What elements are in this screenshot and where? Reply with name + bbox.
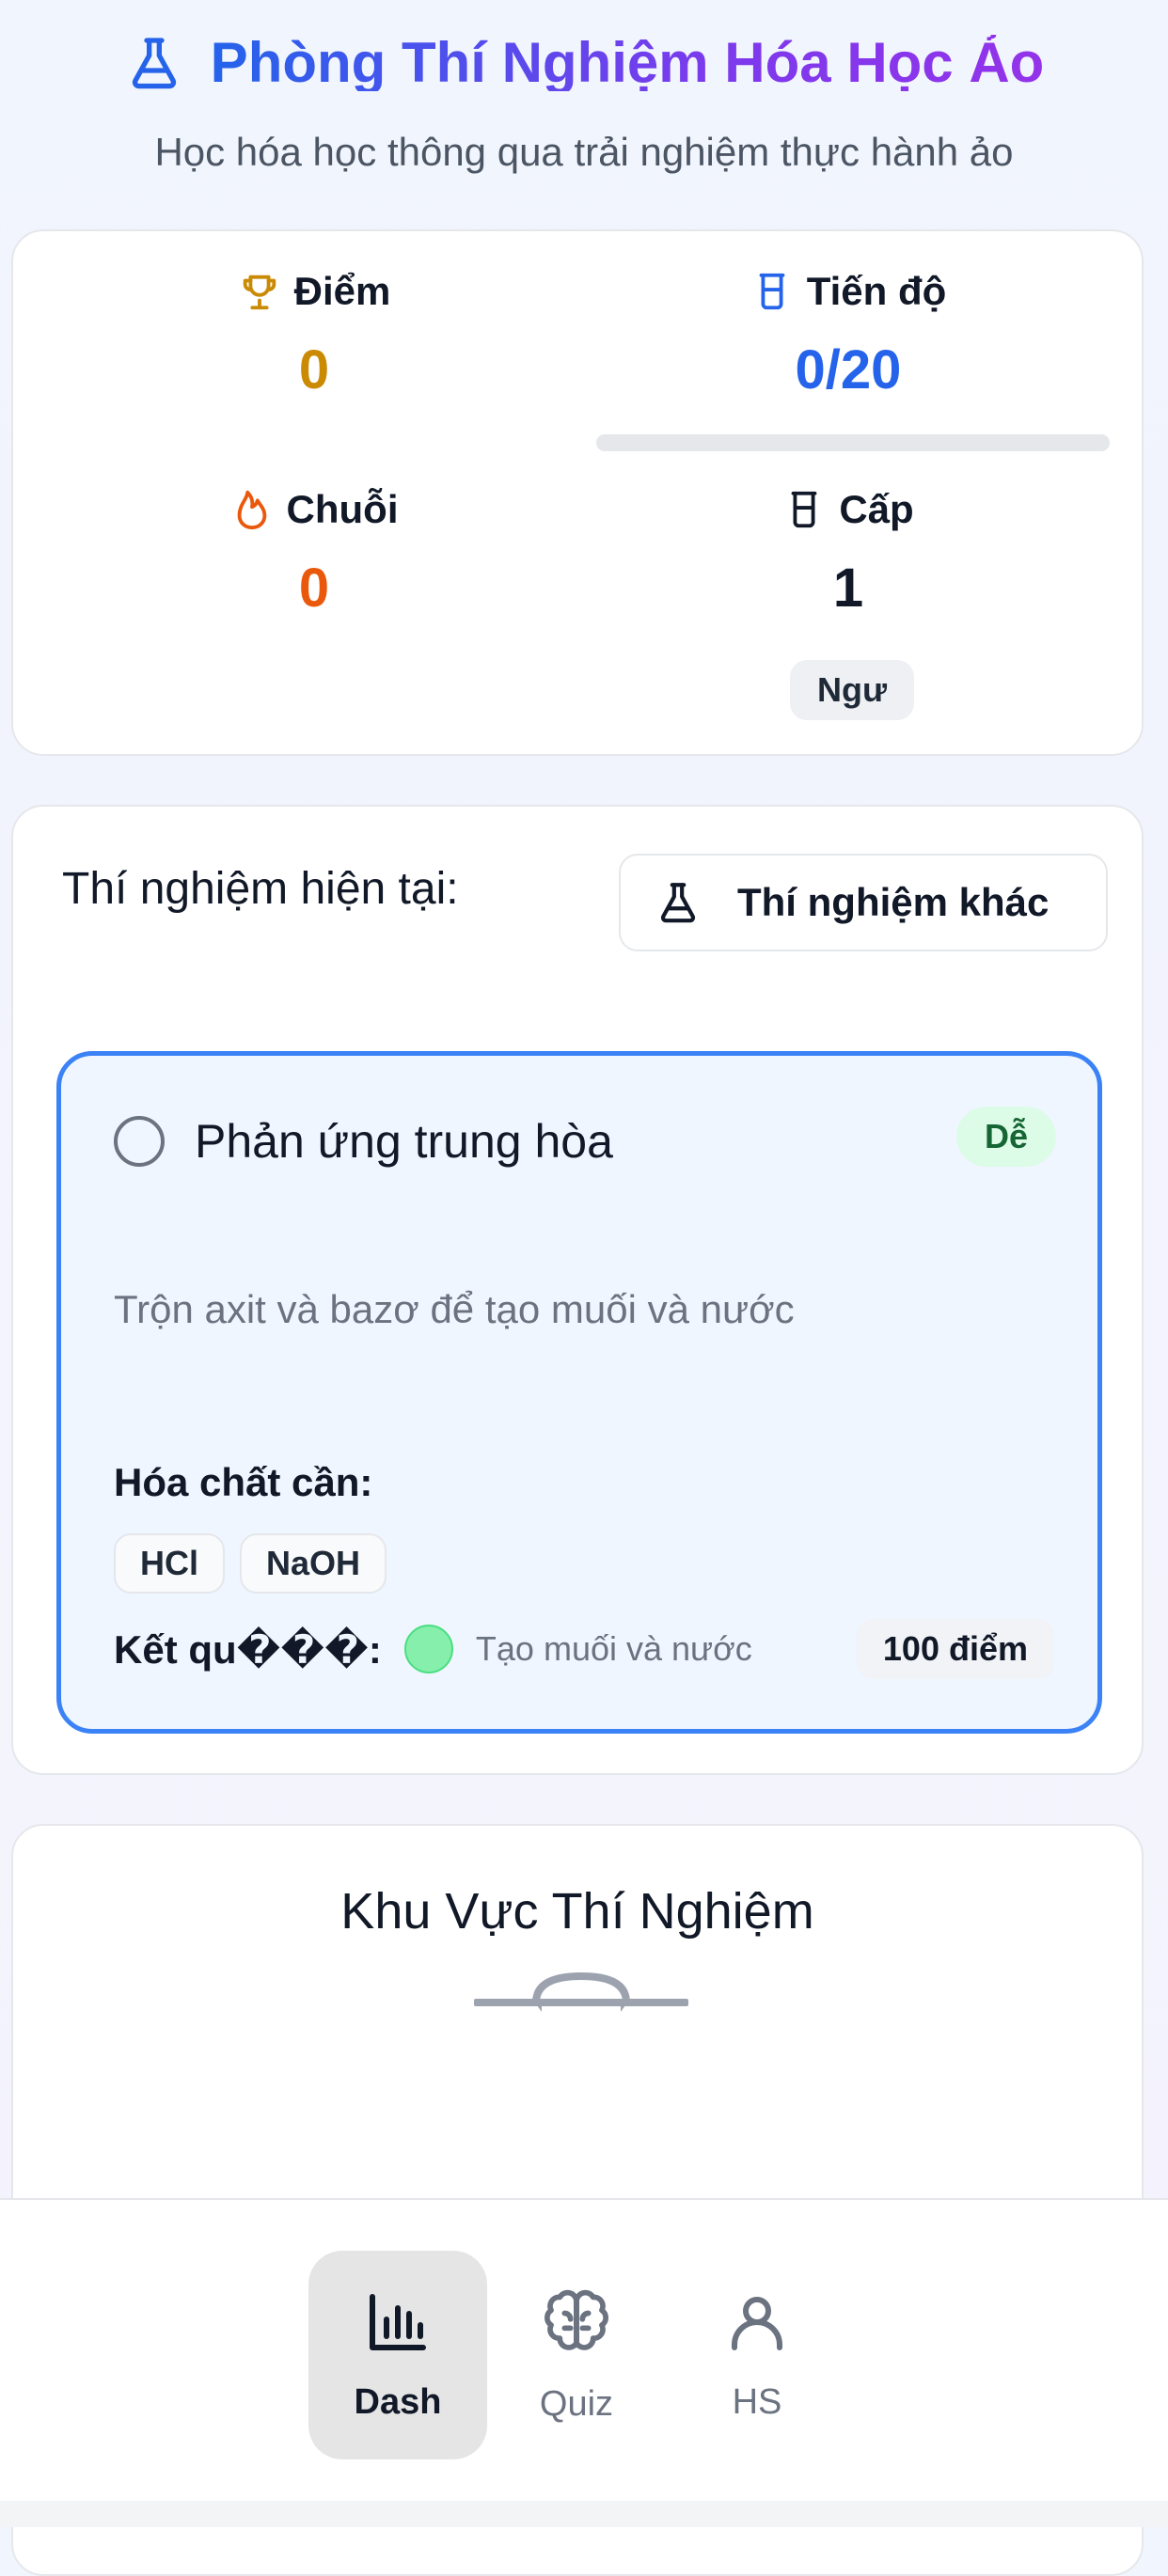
difficulty-badge: Dễ [956,1107,1056,1167]
stat-level: Cấp 1 [585,487,1112,620]
brain-icon [545,2289,608,2350]
flame-icon [237,490,266,530]
lab-area-title: Khu Vực Thí Nghiệm [340,1883,814,1940]
current-experiment-label: Thí nghiệm hiện tại: [62,864,459,914]
experiment-radio[interactable] [114,1116,165,1167]
stat-level-value: 1 [832,558,864,619]
experiment-item[interactable]: Phản ứng trung hòa Dễ Trộn axit và bazơ … [56,1051,1102,1734]
chemical-chip-hcl: HCl [114,1533,225,1594]
other-experiment-button[interactable]: Thí nghiệm khác [619,854,1108,951]
experiment-name: Phản ứng trung hòa [195,1115,613,1168]
lab-equipment-icon [474,1971,688,2012]
experiment-card: Thí nghiệm hiện tại: Thí nghiệm khác Phả… [11,805,1144,1775]
chemicals-list: HCl NaOH [114,1533,387,1594]
stat-streak: Chuỗi 0 [51,487,577,620]
nav-label-quiz: Quiz [539,2383,614,2424]
beaker-icon [759,273,785,310]
nav-item-quiz[interactable]: Quiz [487,2251,666,2459]
stats-card: Điểm 0 Tiến độ 0/20 Chuỗi 0 Cấp 1 Ngư [11,229,1144,756]
page-subtitle: Học hóa học thông qua trải nghiệm thực h… [154,130,1014,174]
level-rank-badge: Ngư [790,660,914,720]
app-page: Phòng Thí Nghiệm Hóa Học Ảo Học hóa học … [0,0,1168,2576]
stat-level-label: Cấp [839,487,914,531]
result-row: Kết qu���: Tạo muối và nước 100 điểm [114,1616,1054,1682]
progress-bar [596,434,1110,451]
experiment-description: Trộn axit và bazơ để tạo muối và nước [114,1287,795,1331]
bottom-safe-area [0,2501,1168,2527]
stat-points-label: Điểm [293,269,391,313]
chemicals-label: Hóa chất cần: [114,1460,373,1504]
points-badge: 100 điểm [856,1619,1054,1679]
stat-progress-label: Tiến độ [806,269,947,313]
nav-label-dash: Dash [354,2381,442,2422]
result-color-dot [403,1625,453,1673]
beaker-icon [791,491,817,528]
nav-label-hs: HS [732,2381,782,2422]
flask-icon [660,883,696,923]
stat-streak-label: Chuỗi [286,487,399,531]
nav-item-hs[interactable]: HS [668,2251,846,2459]
stat-points-value: 0 [298,339,330,401]
stat-progress: Tiến độ 0/20 [585,269,1112,401]
other-experiment-label: Thí nghiệm khác [737,880,1050,924]
trophy-icon [243,275,276,310]
result-label: Kết qu���: [114,1626,382,1672]
flask-icon [132,38,176,89]
user-icon [732,2296,782,2350]
bottom-navigation: Dash Quiz HS [0,2198,1168,2503]
result-text: Tạo muối và nước [475,1629,752,1668]
page-header: Phòng Thí Nghiệm Hóa Học Ảo [0,21,1168,105]
page-title: Phòng Thí Nghiệm Hóa Học Ảo [210,31,1045,94]
nav-item-dash[interactable]: Dash [308,2251,487,2459]
bar-chart-icon [370,2293,426,2350]
stat-streak-value: 0 [298,558,330,619]
stat-points: Điểm 0 [51,269,577,401]
chemical-chip-naoh: NaOH [240,1533,387,1594]
stat-progress-value: 0/20 [795,339,902,401]
